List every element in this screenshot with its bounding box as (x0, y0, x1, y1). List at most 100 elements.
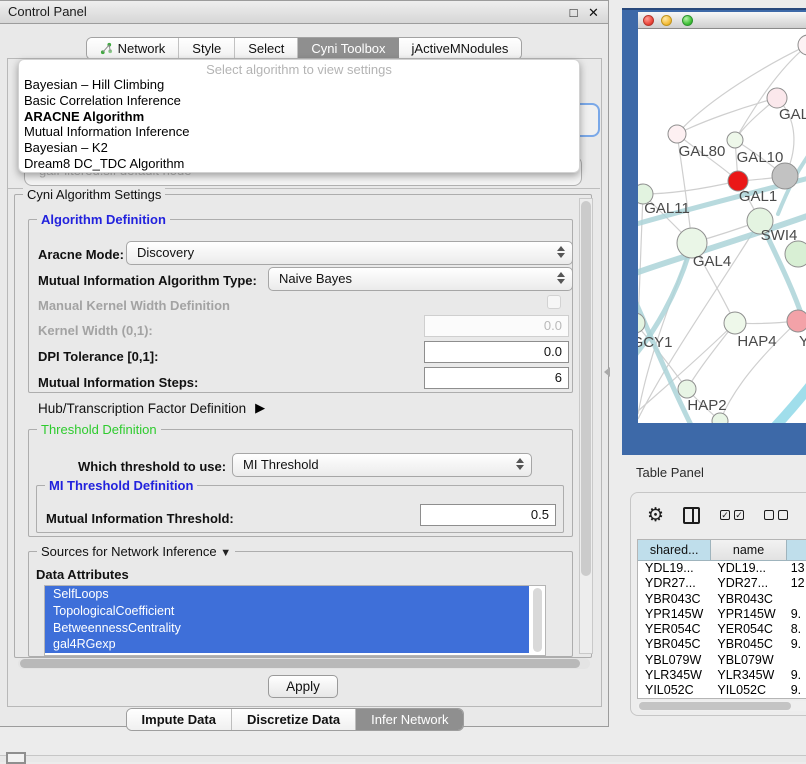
network-node[interactable] (785, 241, 806, 267)
network-node[interactable] (668, 125, 686, 143)
node-table: shared... name A YDL19...YDL19...13YDR27… (637, 539, 806, 699)
kernel-width-field[interactable]: 0.0 (424, 315, 569, 337)
table-cell (787, 653, 806, 668)
table-row[interactable]: YIL052CYIL052C9. (638, 683, 806, 698)
mi-threshold-label: Mutual Information Threshold: (46, 511, 234, 526)
algorithm-option[interactable]: Dream8 DC_TDC Algorithm (19, 156, 579, 172)
tab-network-label: Network (118, 38, 166, 59)
network-edge (643, 181, 738, 194)
network-node[interactable] (767, 88, 787, 108)
mi-threshold-field[interactable]: 0.5 (420, 504, 556, 526)
kernel-width-label: Kernel Width (0,1): (38, 323, 153, 338)
table-row[interactable]: YDR27...YDR27...12 (638, 576, 806, 591)
algorithm-option[interactable]: Bayesian – K2 (19, 140, 579, 156)
expander-collapsed-icon[interactable]: ▶ (255, 400, 265, 416)
network-node[interactable] (772, 163, 798, 189)
network-node[interactable] (787, 310, 806, 332)
algorithm-option[interactable]: Mutual Information Inference (19, 124, 579, 140)
table-cell: YBL079W (638, 653, 711, 668)
splitter-collapse-icon[interactable] (604, 367, 610, 377)
minimized-panel-icon[interactable] (6, 752, 26, 764)
mac-close-icon[interactable] (643, 15, 654, 26)
network-window-titlebar[interactable] (638, 12, 806, 29)
expander-expanded-icon[interactable]: ▼ (220, 547, 231, 559)
network-node[interactable] (724, 312, 746, 334)
apply-button[interactable]: Apply (268, 675, 338, 698)
algorithm-option-selected[interactable]: ARACNE Algorithm (19, 109, 579, 125)
network-node[interactable] (678, 380, 696, 398)
column-header-name[interactable]: name (711, 540, 786, 560)
table-cell: YDR27... (638, 576, 711, 591)
table-row[interactable]: YLR345WYLR345W9. (638, 668, 806, 683)
table-row[interactable]: YDL19...YDL19...13 (638, 561, 806, 576)
table-row[interactable]: YER054CYER054C8. (638, 622, 806, 637)
tab-cyni-toolbox[interactable]: Cyni Toolbox (298, 38, 398, 59)
scrollbar-thumb[interactable] (20, 659, 580, 668)
mi-type-label: Mutual Information Algorithm Type: (38, 273, 257, 288)
scrollbar-thumb[interactable] (639, 702, 791, 710)
network-node[interactable] (727, 132, 743, 148)
float-window-icon[interactable]: □ (566, 5, 581, 20)
network-node-label: GAL1 (739, 188, 777, 205)
network-view-window[interactable]: GALGAL80GAL10GAL11GAL1SWI4GAL4GCY1HAP4YH… (622, 8, 806, 455)
combo-arrows-icon (557, 246, 565, 258)
split-columns-icon[interactable] (683, 507, 700, 524)
manual-kernel-label: Manual Kernel Width Definition (38, 298, 230, 313)
column-header-cut[interactable]: A (787, 540, 806, 560)
table-cell: YIL052C (638, 683, 711, 698)
table-row[interactable]: YPR145WYPR145W9. (638, 607, 806, 622)
column-header-shared-name[interactable]: shared... (638, 540, 711, 560)
network-canvas[interactable]: GALGAL80GAL10GAL11GAL1SWI4GAL4GCY1HAP4YH… (638, 29, 806, 423)
table-row[interactable]: YBR045CYBR045C9. (638, 637, 806, 652)
algorithm-option[interactable]: Bayesian – Hill Climbing (19, 77, 579, 93)
deselect-all-icon[interactable] (764, 510, 788, 520)
sources-expander[interactable]: Sources for Network Inference ▼ (37, 544, 235, 559)
control-panel-title: Control Panel (8, 1, 87, 23)
attribute-item-selected[interactable]: BetweennessCentrality (45, 620, 529, 637)
gear-icon[interactable]: ⚙ (647, 504, 664, 527)
tab-infer-network[interactable]: Infer Network (356, 709, 463, 730)
mi-type-combobox[interactable]: Naive Bayes (268, 267, 573, 291)
mac-minimize-icon[interactable] (661, 15, 672, 26)
table-horizontal-scrollbar[interactable] (637, 701, 806, 711)
table-cell: YPR145W (638, 607, 711, 622)
table-cell: 13 (787, 561, 806, 576)
table-row[interactable]: YBR043CYBR043C (638, 592, 806, 607)
mac-zoom-icon[interactable] (682, 15, 693, 26)
aracne-mode-combobox[interactable]: Discovery (126, 241, 573, 265)
table-cell: YPR145W (711, 607, 786, 622)
tab-impute-data[interactable]: Impute Data (127, 709, 232, 730)
attribute-item-selected[interactable]: SelfLoops (45, 586, 529, 603)
close-icon[interactable]: ✕ (586, 5, 601, 20)
network-edge-weighted (773, 381, 806, 423)
tab-jactivemnodules[interactable]: jActiveMNodules (399, 38, 522, 59)
tab-select[interactable]: Select (235, 38, 298, 59)
manual-kernel-checkbox[interactable] (547, 295, 561, 309)
mi-steps-label: Mutual Information Steps: (38, 375, 198, 390)
network-node[interactable] (712, 413, 728, 423)
attribute-item-selected[interactable]: TopologicalCoefficient (45, 603, 529, 620)
table-cell: 8. (787, 622, 806, 637)
tab-style[interactable]: Style (179, 38, 235, 59)
table-cell: 9. (787, 668, 806, 683)
table-cell: YBR043C (638, 592, 711, 607)
horizontal-scrollbar[interactable] (18, 658, 590, 669)
which-threshold-combobox[interactable]: MI Threshold (232, 453, 532, 477)
hub-definition-expander[interactable]: Hub/Transcription Factor Definition ▶ (38, 400, 265, 416)
vertical-scrollbar[interactable] (579, 198, 593, 654)
which-threshold-label: Which threshold to use: (78, 459, 226, 474)
table-row[interactable]: YBL079WYBL079W (638, 653, 806, 668)
table-cell: 9. (787, 637, 806, 652)
mi-steps-field[interactable]: 6 (424, 367, 569, 389)
table-cell: YBR043C (711, 592, 786, 607)
list-scrollbar[interactable] (533, 588, 542, 652)
scrollbar-thumb[interactable] (581, 201, 591, 576)
tab-network[interactable]: Network (87, 38, 180, 59)
tab-discretize-data[interactable]: Discretize Data (232, 709, 356, 730)
dpi-tolerance-field[interactable]: 0.0 (424, 341, 569, 363)
table-cell: 9. (787, 607, 806, 622)
select-all-icon[interactable]: ✓✓ (720, 510, 744, 520)
attribute-item-selected[interactable]: gal4RGexp (45, 636, 529, 653)
algorithm-option[interactable]: Basic Correlation Inference (19, 93, 579, 109)
network-node-label: GAL10 (737, 149, 784, 166)
